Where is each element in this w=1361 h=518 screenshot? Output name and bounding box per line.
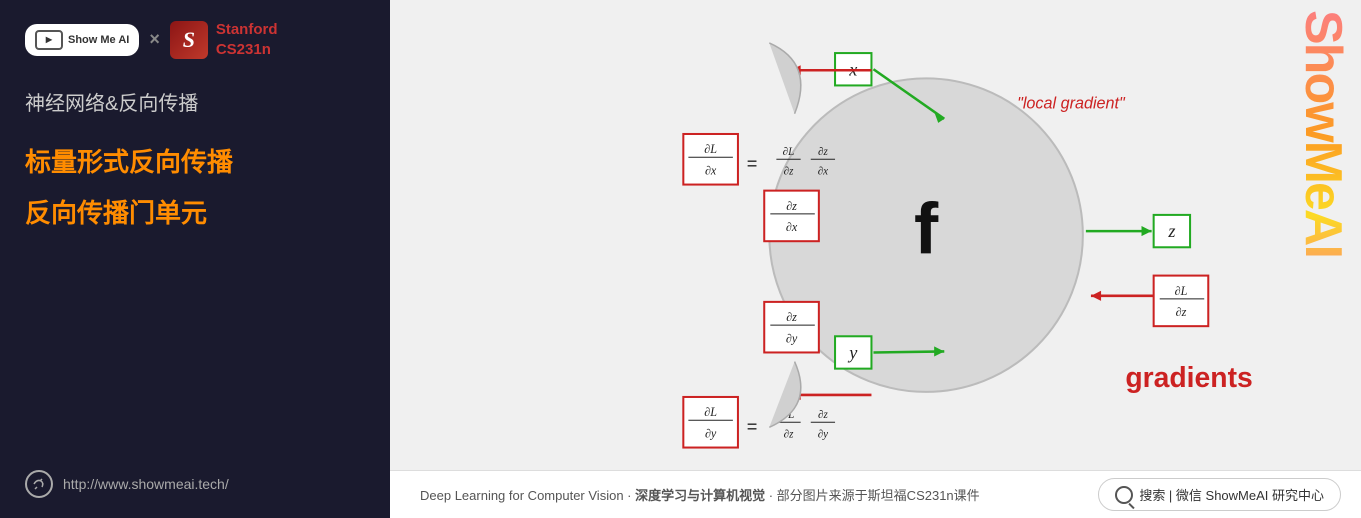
- showmeai-logo: Show Me AI: [25, 24, 139, 56]
- website-url: http://www.showmeai.tech/: [63, 476, 229, 492]
- caption-right: · 部分图片来源于斯坦福CS231n课件: [765, 488, 980, 503]
- svg-text:∂z: ∂z: [818, 146, 828, 158]
- link-icon: [25, 470, 53, 498]
- stanford-s-icon: S: [170, 21, 208, 59]
- stanford-logo: S Stanford CS231n: [170, 20, 278, 59]
- search-box[interactable]: 搜索 | 微信 ShowMeAI 研究中心: [1098, 478, 1341, 511]
- svg-text:∂z: ∂z: [818, 409, 828, 421]
- left-panel: Show Me AI × S Stanford CS231n 神经网络&反向传播…: [0, 0, 390, 518]
- svg-text:f: f: [914, 188, 939, 269]
- bottom-caption: Deep Learning for Computer Vision · 深度学习…: [420, 485, 980, 504]
- subtitle-text: 神经网络&反向传播: [25, 89, 365, 119]
- svg-text:∂z: ∂z: [786, 199, 797, 213]
- caption-left: Deep Learning for Computer Vision ·: [420, 488, 635, 503]
- svg-text:∂x: ∂x: [786, 220, 798, 234]
- svg-text:z: z: [1167, 221, 1175, 241]
- svg-text:gradients: gradients: [1125, 362, 1252, 394]
- showmeai-icon: [35, 30, 63, 50]
- svg-text:∂z: ∂z: [784, 428, 794, 440]
- website-link[interactable]: http://www.showmeai.tech/: [25, 470, 365, 498]
- svg-text:∂x: ∂x: [705, 163, 717, 177]
- backprop-diagram: f "local gradient" x ∂L ∂x = ∂L ∂z: [390, 0, 1361, 470]
- svg-text:=: =: [747, 416, 758, 436]
- stanford-text: Stanford CS231n: [216, 20, 278, 59]
- highlight-text-1: 标量形式反向传播: [25, 144, 365, 180]
- svg-text:∂L: ∂L: [704, 142, 717, 156]
- bottom-bar: Deep Learning for Computer Vision · 深度学习…: [390, 470, 1361, 518]
- logo-area: Show Me AI × S Stanford CS231n: [25, 20, 365, 59]
- stanford-course: CS231n: [216, 40, 278, 60]
- search-icon: [1115, 486, 1133, 504]
- showmeai-text: Show Me AI: [68, 34, 129, 46]
- x-separator: ×: [149, 29, 160, 50]
- svg-text:∂z: ∂z: [1176, 305, 1187, 319]
- diagram-area: f "local gradient" x ∂L ∂x = ∂L ∂z: [390, 0, 1361, 470]
- svg-text:∂L: ∂L: [704, 405, 717, 419]
- svg-text:∂z: ∂z: [786, 310, 797, 324]
- svg-text:=: =: [747, 153, 758, 173]
- svg-text:∂L: ∂L: [1175, 284, 1188, 298]
- caption-bold: 深度学习与计算机视觉: [635, 488, 765, 503]
- svg-text:∂y: ∂y: [818, 428, 828, 440]
- highlight-text-2: 反向传播门单元: [25, 195, 365, 231]
- svg-text:∂y: ∂y: [786, 331, 798, 345]
- svg-text:∂L: ∂L: [783, 146, 795, 158]
- search-text: 搜索 | 微信 ShowMeAI 研究中心: [1139, 485, 1324, 504]
- svg-text:y: y: [847, 343, 858, 363]
- stanford-name: Stanford: [216, 20, 278, 40]
- svg-text:∂y: ∂y: [705, 426, 717, 440]
- svg-text:∂x: ∂x: [818, 165, 828, 177]
- watermark: ShowMeAI: [1293, 10, 1353, 420]
- right-panel: f "local gradient" x ∂L ∂x = ∂L ∂z: [390, 0, 1361, 518]
- svg-text:∂z: ∂z: [784, 165, 794, 177]
- svg-text:"local gradient": "local gradient": [1017, 95, 1126, 113]
